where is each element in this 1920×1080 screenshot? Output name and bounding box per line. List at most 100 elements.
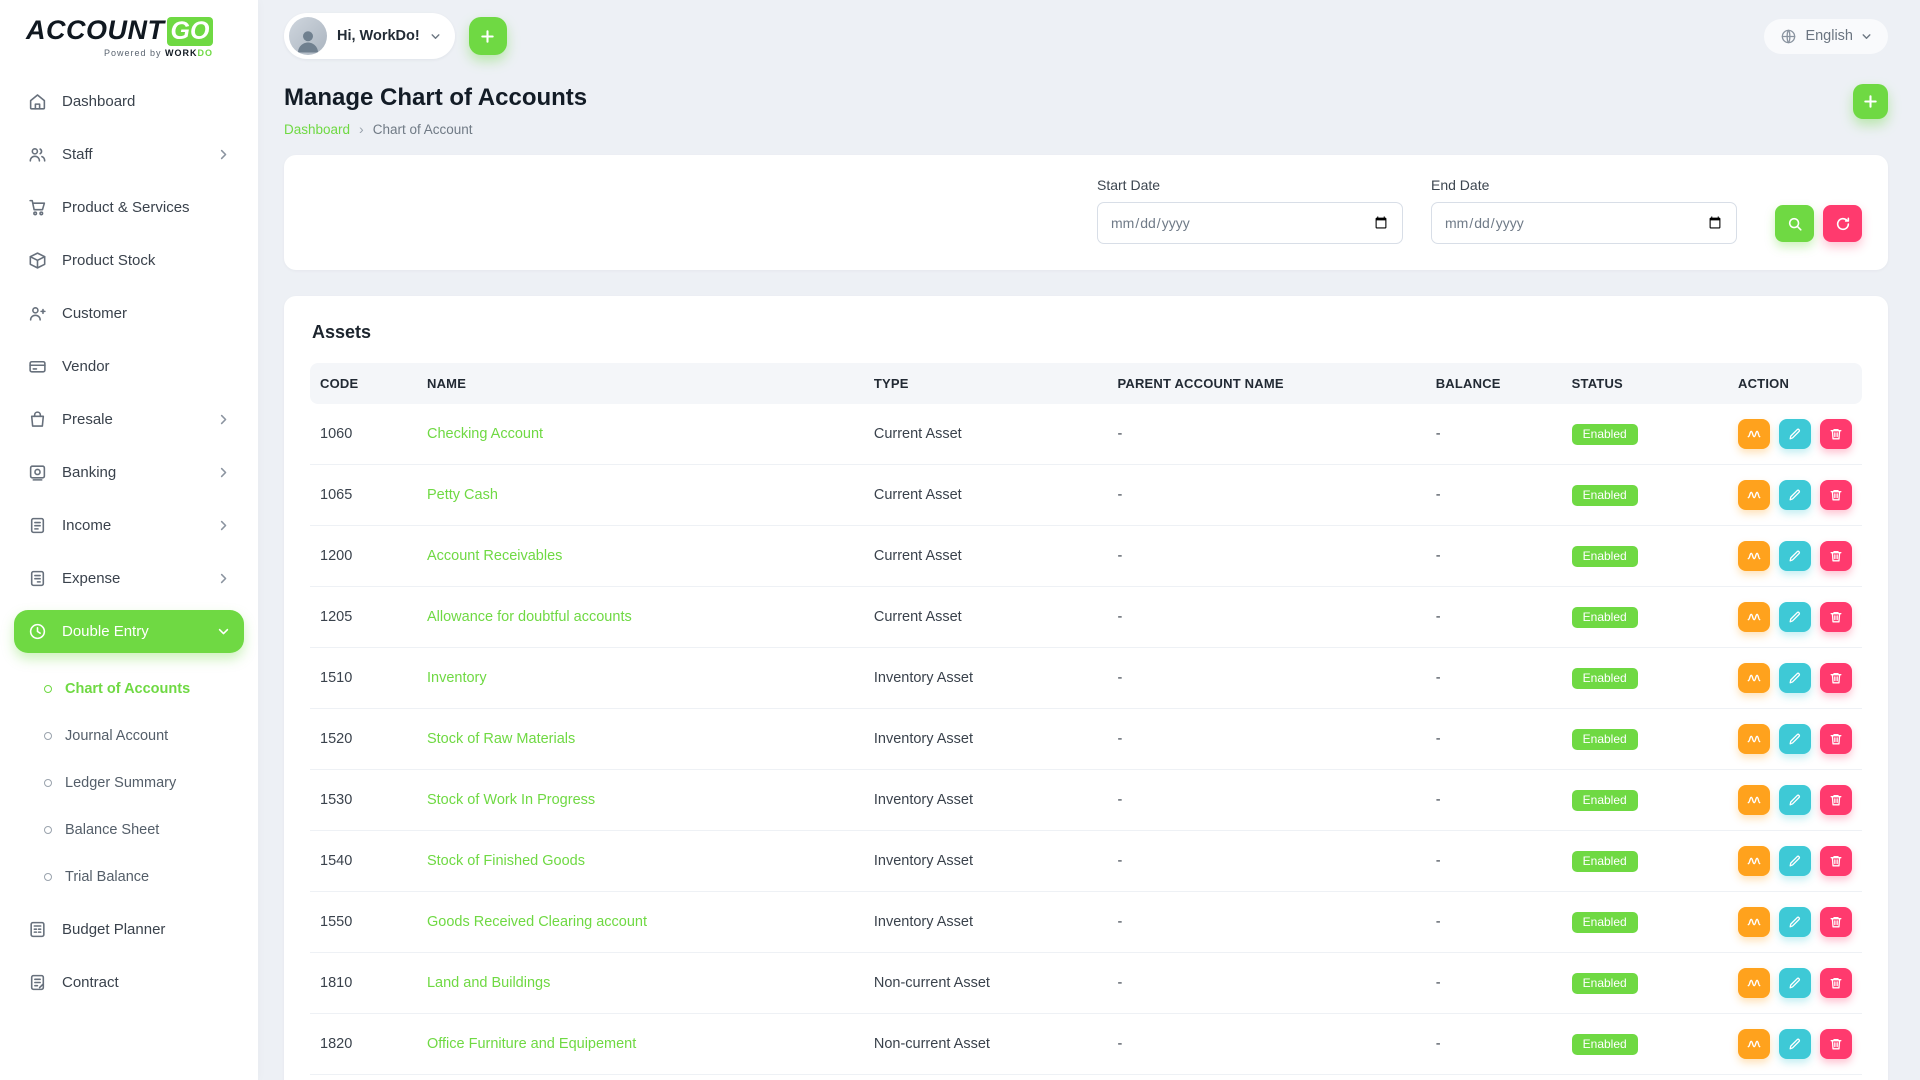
view-transactions-button[interactable]: [1738, 480, 1770, 510]
delete-button[interactable]: [1820, 907, 1852, 937]
sidebar-item-expense[interactable]: Expense: [14, 557, 244, 600]
account-name-link[interactable]: Petty Cash: [427, 487, 498, 503]
account-name-link[interactable]: Office Furniture and Equipement: [427, 1036, 636, 1052]
end-date-input[interactable]: [1431, 202, 1737, 244]
trash-icon: [1829, 610, 1843, 624]
sidebar-subitem-journal-account[interactable]: Journal Account: [44, 714, 244, 758]
account-name-link[interactable]: Account Receivables: [427, 548, 562, 564]
edit-button[interactable]: [1779, 663, 1811, 693]
column-header-action: ACTION: [1728, 363, 1862, 404]
view-transactions-button[interactable]: [1738, 785, 1770, 815]
view-transactions-button[interactable]: [1738, 541, 1770, 571]
view-transactions-button[interactable]: [1738, 1029, 1770, 1059]
account-name-link[interactable]: Checking Account: [427, 426, 543, 442]
delete-button[interactable]: [1820, 541, 1852, 571]
trash-icon: [1829, 488, 1843, 502]
edit-button[interactable]: [1779, 846, 1811, 876]
pencil-icon: [1788, 915, 1802, 929]
sidebar-item-budget-planner[interactable]: Budget Planner: [14, 908, 244, 951]
delete-button[interactable]: [1820, 1029, 1852, 1059]
status-badge: Enabled: [1572, 668, 1638, 689]
sidebar-item-contract[interactable]: Contract: [14, 961, 244, 1004]
start-date-input[interactable]: [1097, 202, 1403, 244]
account-balance: -: [1426, 892, 1562, 953]
edit-button[interactable]: [1779, 724, 1811, 754]
view-transactions-button[interactable]: [1738, 907, 1770, 937]
bullet-icon: [44, 779, 52, 787]
sidebar-item-vendor[interactable]: Vendor: [14, 345, 244, 388]
row-actions: [1738, 785, 1852, 815]
row-actions: [1738, 541, 1852, 571]
account-balance: -: [1426, 526, 1562, 587]
budget-icon: [28, 920, 47, 939]
account-code: 1205: [310, 587, 417, 648]
edit-button[interactable]: [1779, 480, 1811, 510]
sidebar-item-product-services[interactable]: Product & Services: [14, 186, 244, 229]
sidebar-subitem-trial-balance[interactable]: Trial Balance: [44, 855, 244, 899]
plus-icon: [479, 28, 496, 45]
profile-menu[interactable]: Hi, WorkDo!: [284, 13, 455, 59]
delete-button[interactable]: [1820, 419, 1852, 449]
delete-button[interactable]: [1820, 724, 1852, 754]
account-row: 1820 Office Furniture and Equipement Non…: [310, 1014, 1862, 1075]
language-selector[interactable]: English: [1764, 19, 1888, 54]
delete-button[interactable]: [1820, 785, 1852, 815]
bank-icon: [28, 463, 47, 482]
account-name-link[interactable]: Land and Buildings: [427, 975, 550, 991]
box-icon: [28, 251, 47, 270]
reset-filter-button[interactable]: [1823, 205, 1862, 242]
account-balance: -: [1426, 953, 1562, 1014]
sidebar-subitem-ledger-summary[interactable]: Ledger Summary: [44, 761, 244, 805]
row-actions: [1738, 602, 1852, 632]
contract-icon: [28, 973, 47, 992]
edit-button[interactable]: [1779, 419, 1811, 449]
edit-button[interactable]: [1779, 1029, 1811, 1059]
chevron-down-icon: [430, 31, 441, 42]
sidebar-item-product-stock[interactable]: Product Stock: [14, 239, 244, 282]
view-transactions-button[interactable]: [1738, 419, 1770, 449]
sidebar-item-staff[interactable]: Staff: [14, 133, 244, 176]
sidebar-subitem-balance-sheet[interactable]: Balance Sheet: [44, 808, 244, 852]
account-name-link[interactable]: Stock of Raw Materials: [427, 731, 575, 747]
sidebar-item-double-entry[interactable]: Double Entry: [14, 610, 244, 653]
edit-button[interactable]: [1779, 602, 1811, 632]
route-icon: [1747, 1037, 1761, 1051]
view-transactions-button[interactable]: [1738, 968, 1770, 998]
create-account-button[interactable]: [1853, 84, 1888, 119]
sidebar-item-label: Product Stock: [62, 252, 230, 269]
sidebar-item-customer[interactable]: Customer: [14, 292, 244, 335]
chevron-right-icon: [217, 572, 230, 585]
view-transactions-button[interactable]: [1738, 602, 1770, 632]
quick-add-button[interactable]: [469, 17, 507, 55]
delete-button[interactable]: [1820, 663, 1852, 693]
sidebar-item-presale[interactable]: Presale: [14, 398, 244, 441]
edit-button[interactable]: [1779, 541, 1811, 571]
account-type: Current Asset: [864, 404, 1108, 465]
sidebar-item-dashboard[interactable]: Dashboard: [14, 80, 244, 123]
sidebar-subitem-chart-of-accounts[interactable]: Chart of Accounts: [44, 667, 244, 711]
edit-button[interactable]: [1779, 968, 1811, 998]
account-name-link[interactable]: Allowance for doubtful accounts: [427, 609, 632, 625]
delete-button[interactable]: [1820, 602, 1852, 632]
sidebar-item-banking[interactable]: Banking: [14, 451, 244, 494]
account-name-link[interactable]: Stock of Work In Progress: [427, 792, 595, 808]
delete-button[interactable]: [1820, 968, 1852, 998]
apply-filter-button[interactable]: [1775, 205, 1814, 242]
view-transactions-button[interactable]: [1738, 846, 1770, 876]
delete-button[interactable]: [1820, 480, 1852, 510]
status-badge: Enabled: [1572, 973, 1638, 994]
brand-logo[interactable]: ACCOUNT GO Powered by WORKDO: [14, 0, 244, 72]
sidebar-item-income[interactable]: Income: [14, 504, 244, 547]
delete-button[interactable]: [1820, 846, 1852, 876]
view-transactions-button[interactable]: [1738, 663, 1770, 693]
sidebar-item-label: Budget Planner: [62, 921, 230, 938]
breadcrumb-dashboard-link[interactable]: Dashboard: [284, 122, 350, 137]
account-name-link[interactable]: Goods Received Clearing account: [427, 914, 647, 930]
search-icon: [1787, 216, 1803, 232]
account-name-link[interactable]: Stock of Finished Goods: [427, 853, 585, 869]
edit-button[interactable]: [1779, 785, 1811, 815]
view-transactions-button[interactable]: [1738, 724, 1770, 754]
edit-button[interactable]: [1779, 907, 1811, 937]
account-name-link[interactable]: Inventory: [427, 670, 487, 686]
sidebar-item-label: Vendor: [62, 358, 230, 375]
